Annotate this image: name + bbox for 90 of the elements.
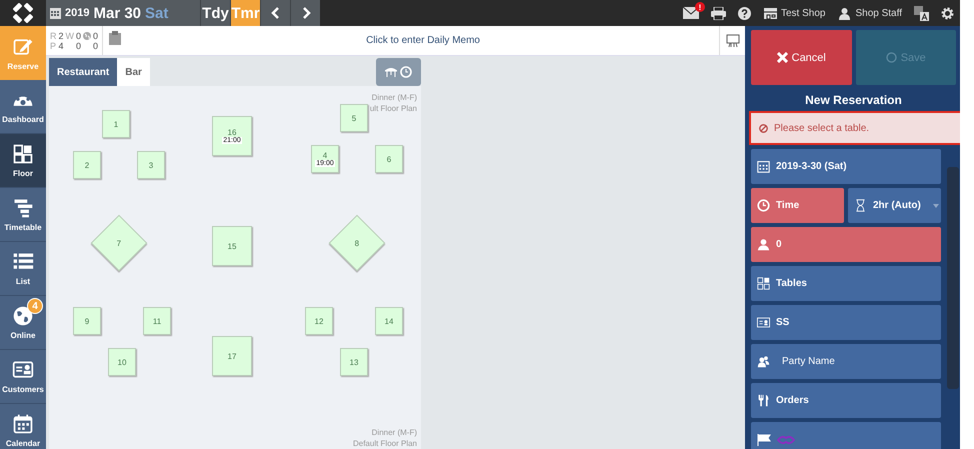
grid-icon xyxy=(12,143,34,165)
table[interactable]: 10 xyxy=(108,348,136,376)
table[interactable]: 5 xyxy=(340,104,368,132)
year-text: 2019 xyxy=(65,7,90,19)
id-card-icon xyxy=(757,316,770,329)
table[interactable]: 17 xyxy=(212,336,252,376)
table-time-button[interactable] xyxy=(376,58,421,86)
stat-value: 0 xyxy=(76,30,82,40)
stat-value: 2 xyxy=(58,30,64,40)
table[interactable]: 3 xyxy=(137,151,165,179)
time-field[interactable]: Time xyxy=(751,188,844,223)
calendar-icon xyxy=(757,160,770,173)
bars-icon xyxy=(12,197,34,219)
chevron-right-icon xyxy=(300,7,310,19)
notification-badge: ! xyxy=(694,2,705,12)
day-button[interactable]: Tdy xyxy=(200,0,230,26)
floor-tab[interactable]: Bar xyxy=(117,58,150,86)
caret-icon xyxy=(933,204,939,208)
floor-plan-label: ult Floor Plan xyxy=(370,103,417,114)
store-icon xyxy=(762,6,778,20)
table[interactable]: 9 xyxy=(73,307,101,335)
floor-plan-label: Default Floor Plan xyxy=(352,438,417,449)
staff-name[interactable]: Shop Staff xyxy=(855,8,902,18)
user-icon xyxy=(837,6,852,20)
stat-label: P xyxy=(50,40,56,50)
sidebar-item[interactable]: 4 Online xyxy=(0,296,46,350)
shop-name[interactable]: Test Shop xyxy=(780,8,826,18)
clipboard-icon[interactable] xyxy=(109,31,122,45)
table[interactable]: 13 xyxy=(340,348,368,376)
floor-plan-label: Dinner (M-F) xyxy=(370,92,417,103)
tags-field[interactable] xyxy=(751,422,941,449)
grid-icon xyxy=(757,277,770,290)
table[interactable]: 11 xyxy=(143,307,171,335)
people-field[interactable]: 0 xyxy=(751,227,941,262)
duration-dropdown[interactable]: 2hr (Auto) xyxy=(848,188,941,223)
chevron-left-icon xyxy=(270,7,280,19)
tables-field[interactable]: Tables xyxy=(751,266,941,301)
panel-title: New Reservation xyxy=(804,93,903,107)
stat-label: R xyxy=(50,30,56,40)
table[interactable]: 8 xyxy=(328,214,386,272)
mail-icon[interactable] xyxy=(682,7,699,19)
weekday-text: Sat xyxy=(145,4,168,22)
flag-icon xyxy=(757,434,771,446)
calendar-icon xyxy=(12,413,34,435)
scrollbar[interactable] xyxy=(947,167,959,389)
clock-icon xyxy=(400,66,412,78)
table[interactable]: 15 xyxy=(212,226,252,266)
close-icon xyxy=(776,52,788,63)
translate-icon[interactable] xyxy=(914,6,929,20)
clock-icon xyxy=(757,199,770,212)
party-field[interactable]: Party Name xyxy=(751,344,941,379)
cancel-button[interactable]: Cancel xyxy=(751,30,852,85)
stat-label: W xyxy=(66,30,74,40)
hourglass-icon xyxy=(854,199,867,212)
table-icon xyxy=(385,66,397,78)
floor-tab[interactable]: Restaurant xyxy=(49,58,118,86)
daily-memo-link[interactable]: Click to enter Daily Memo xyxy=(127,35,719,46)
settings-icon[interactable] xyxy=(941,6,954,20)
group-icon xyxy=(757,355,770,368)
help-icon[interactable] xyxy=(738,6,751,20)
table[interactable]: 14 xyxy=(375,307,403,335)
calendar-icon[interactable] xyxy=(50,8,61,18)
sidebar-item[interactable]: Floor xyxy=(0,134,46,188)
stat-value: 0 xyxy=(93,30,98,40)
table[interactable]: 2 xyxy=(73,151,101,179)
date-field[interactable]: 2019-3-30 (Sat) xyxy=(751,149,941,184)
fork-knife-icon xyxy=(757,394,770,407)
date-text: Mar 30 xyxy=(93,4,142,22)
table[interactable]: 12 xyxy=(305,307,333,335)
globe-icon xyxy=(83,32,92,40)
stat-value: 0 xyxy=(93,40,98,50)
logo-icon[interactable] xyxy=(12,2,34,24)
next-button[interactable] xyxy=(290,0,320,26)
globe-icon xyxy=(12,305,34,327)
table[interactable]: 6 xyxy=(375,145,403,173)
orders-field[interactable]: Orders xyxy=(751,383,941,418)
stat-value: 0 xyxy=(76,40,82,50)
floor-plan-label: Dinner (M-F) xyxy=(370,427,417,438)
printer-icon[interactable] xyxy=(710,6,726,20)
customer-field[interactable]: SS xyxy=(751,305,941,340)
stat-value: 4 xyxy=(58,40,64,50)
table[interactable]: 7 xyxy=(90,214,148,272)
circle-icon xyxy=(886,52,897,63)
count-badge: 4 xyxy=(27,298,43,314)
presentation-board-icon[interactable] xyxy=(726,34,740,48)
error-alert: Please select a table. xyxy=(749,111,960,145)
table[interactable]: 1 xyxy=(102,110,130,138)
previous-button[interactable] xyxy=(260,0,290,26)
person-icon xyxy=(757,238,770,251)
prohibited-icon xyxy=(759,124,768,132)
